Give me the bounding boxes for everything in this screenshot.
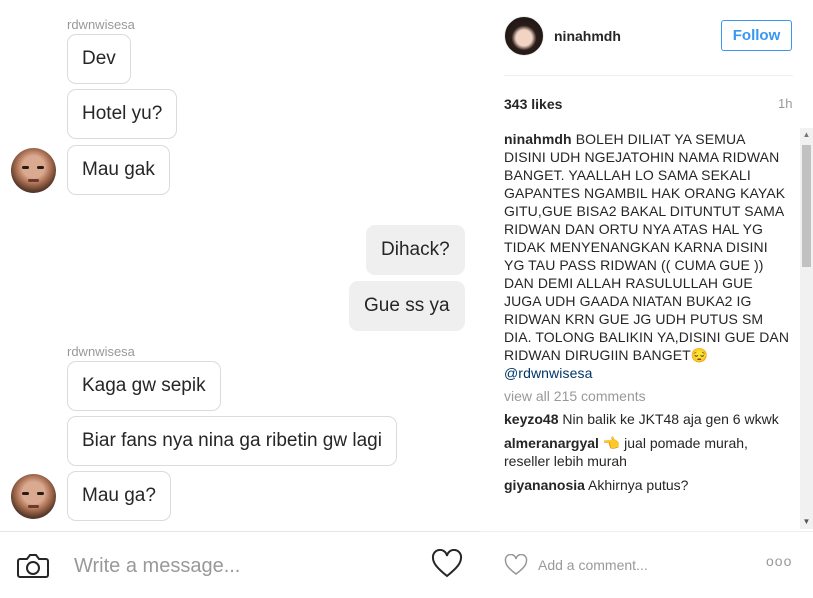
- scroll-down-arrow-icon[interactable]: ▼: [800, 517, 813, 527]
- post-header: ninahmdh Follow: [504, 0, 793, 76]
- comments-list: ninahmdh BOLEH DILIAT YA SEMUA DISINI UD…: [504, 130, 790, 530]
- sender-avatar[interactable]: [11, 474, 56, 519]
- message-composer: [0, 531, 480, 598]
- comment-username[interactable]: giyananosia: [504, 477, 585, 493]
- comment-input[interactable]: [538, 554, 748, 576]
- author-username[interactable]: ninahmdh: [554, 28, 621, 44]
- mention-link[interactable]: @rdwnwisesa: [504, 364, 790, 382]
- more-options-button[interactable]: ooo: [766, 553, 792, 569]
- heart-outline-icon[interactable]: [431, 548, 463, 579]
- post-footer: ooo: [480, 531, 813, 598]
- comment-text: Nin balik ke JKT48 aja gen 6 wkwk: [562, 411, 779, 427]
- outgoing-message: Gue ss ya: [349, 281, 465, 331]
- view-all-comments-link[interactable]: view all 215 comments: [504, 388, 790, 404]
- sender-name: rdwnwisesa: [67, 344, 135, 359]
- heart-outline-icon[interactable]: [504, 553, 528, 576]
- direct-message-thread: rdwnwisesa Dev Hotel yu? Mau gak Dihack?…: [0, 0, 480, 598]
- comments-scrollbar[interactable]: ▲ ▼: [800, 128, 813, 529]
- comment-item: keyzo48 Nin balik ke JKT48 aja gen 6 wkw…: [504, 410, 790, 428]
- author-avatar[interactable]: [504, 16, 544, 56]
- camera-icon[interactable]: [16, 552, 50, 580]
- post-panel: ninahmdh Follow 343 likes 1h ninahmdh BO…: [480, 0, 813, 598]
- incoming-message: Mau gak: [67, 145, 170, 195]
- incoming-message: Hotel yu?: [67, 89, 178, 139]
- sender-avatar[interactable]: [11, 148, 56, 193]
- caption-text: BOLEH DILIAT YA SEMUA DISINI UDH NGEJATO…: [504, 131, 790, 363]
- scrollbar-thumb[interactable]: [802, 145, 811, 267]
- incoming-message: Mau ga?: [67, 471, 171, 521]
- incoming-message: Kaga gw sepik: [67, 361, 221, 411]
- message-input[interactable]: [74, 551, 404, 581]
- post-caption: ninahmdh BOLEH DILIAT YA SEMUA DISINI UD…: [504, 130, 790, 382]
- incoming-message: Dev: [67, 34, 131, 84]
- scroll-up-arrow-icon[interactable]: ▲: [800, 130, 813, 140]
- outgoing-message: Dihack?: [366, 225, 465, 275]
- comment-username[interactable]: keyzo48: [504, 411, 558, 427]
- comment-item: almeranargyal 👈 jual pomade murah, resel…: [504, 434, 790, 470]
- like-count[interactable]: 343 likes: [504, 96, 562, 112]
- post-timestamp[interactable]: 1h: [778, 96, 792, 111]
- sender-name: rdwnwisesa: [67, 17, 135, 32]
- follow-button[interactable]: Follow: [721, 20, 792, 51]
- comment-item: giyananosia Akhirnya putus?: [504, 476, 790, 494]
- incoming-message: Biar fans nya nina ga ribetin gw lagi: [67, 416, 397, 466]
- caption-username[interactable]: ninahmdh: [504, 131, 572, 147]
- comment-username[interactable]: almeranargyal: [504, 435, 599, 451]
- comment-text: Akhirnya putus?: [588, 477, 689, 493]
